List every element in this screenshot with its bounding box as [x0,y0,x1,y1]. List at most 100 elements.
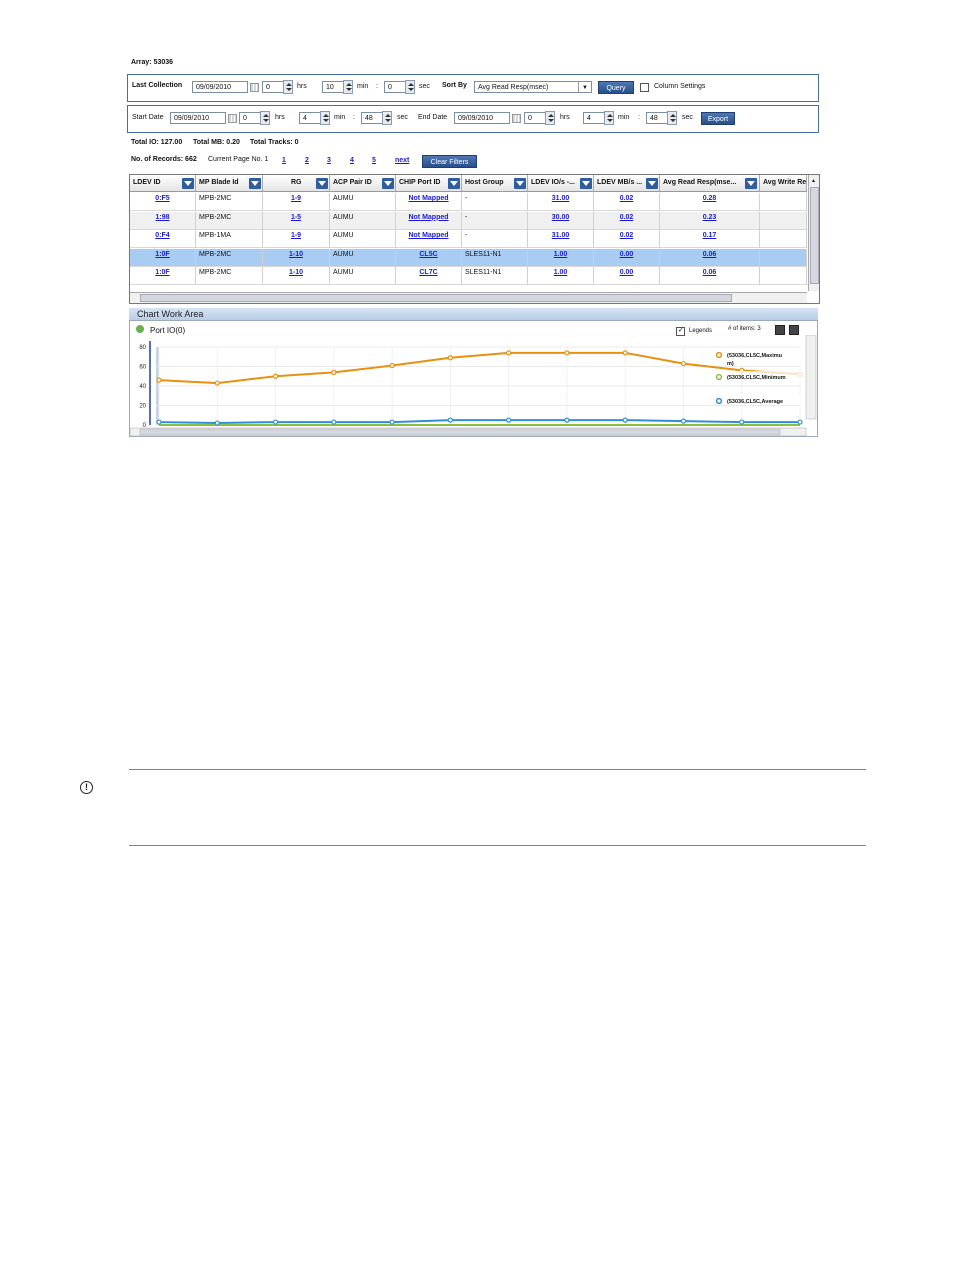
cell-resp[interactable]: 0.06 [660,248,760,267]
resp-value[interactable]: 0.06 [703,269,717,276]
calendar-icon[interactable] [228,114,237,123]
port-value[interactable]: Not Mapped [408,195,448,202]
col-mp-blade[interactable]: MP Blade Id [196,175,263,192]
ldev-value[interactable]: 1:98 [155,214,169,221]
col-acp-pair[interactable]: ACP Pair ID [330,175,396,192]
filter-dropdown-icon[interactable] [382,178,394,189]
io-value[interactable]: 30.00 [552,214,570,221]
cell-io[interactable]: 1.00 [528,248,594,267]
min-input[interactable]: 10 [322,81,344,93]
maximize-icon[interactable] [789,325,799,335]
cell-mb[interactable]: 0.00 [594,248,660,267]
filter-dropdown-icon[interactable] [249,178,261,189]
cell-rg[interactable]: 1-5 [263,211,330,230]
col-ldev-id[interactable]: LDEV ID [130,175,196,192]
col-host-group[interactable]: Host Group [462,175,528,192]
sort-by-select[interactable]: Avg Read Resp(msec) ▼ [474,81,592,93]
resp-value[interactable]: 0.23 [703,214,717,221]
filter-dropdown-icon[interactable] [316,178,328,189]
port-value[interactable]: Not Mapped [408,214,448,221]
scroll-thumb[interactable] [140,294,732,302]
cell-rg[interactable]: 1-9 [263,193,330,211]
end-date-input[interactable]: 09/09/2010 [454,112,510,124]
rg-value[interactable]: 1-10 [289,269,303,276]
sec-stepper[interactable] [405,80,415,94]
cell-resp[interactable]: 0.17 [660,230,760,248]
filter-dropdown-icon[interactable] [580,178,592,189]
ldev-value[interactable]: 0:F4 [155,232,169,239]
clear-filters-button[interactable]: Clear Filters [422,155,477,168]
col-ldev-mb[interactable]: LDEV MB/s ... [594,175,660,192]
filter-dropdown-icon[interactable] [646,178,658,189]
hrs-stepper[interactable] [283,80,293,94]
cell-io[interactable]: 31.00 [528,230,594,248]
start-date-input[interactable]: 09/09/2010 [170,112,226,124]
io-value[interactable]: 31.00 [552,232,570,239]
mb-value[interactable]: 0.00 [620,269,634,276]
table-row[interactable]: 1:98 MPB-2MC 1-5 AUMU Not Mapped - 30.00 0.02 0.… [130,211,807,230]
cell-port[interactable]: Not Mapped [396,193,462,211]
hrs-input[interactable]: 0 [262,81,284,93]
end-sec-input[interactable]: 48 [646,112,668,124]
cell-port[interactable]: Not Mapped [396,211,462,230]
minimize-icon[interactable] [775,325,785,335]
scroll-up-icon[interactable]: ▲ [811,178,816,184]
end-sec-stepper[interactable] [667,111,677,125]
resp-value[interactable]: 0.06 [703,251,717,258]
io-value[interactable]: 31.00 [552,195,570,202]
cell-rg[interactable]: 1-9 [263,230,330,248]
col-avg-write[interactable]: Avg Write Re [760,175,807,192]
filter-dropdown-icon[interactable] [514,178,526,189]
ldev-value[interactable]: 0:F5 [155,195,169,202]
col-rg[interactable]: RG [263,175,330,192]
page-link-4[interactable]: 4 [350,157,354,164]
io-value[interactable]: 1.00 [554,251,568,258]
cell-mb[interactable]: 0.02 [594,211,660,230]
end-hrs-input[interactable]: 0 [524,112,546,124]
cell-resp[interactable]: 0.06 [660,267,760,285]
col-ldev-io[interactable]: LDEV IO/s -... [528,175,594,192]
cell-ldev[interactable]: 1:0F [130,267,196,285]
rg-value[interactable]: 1-5 [291,214,301,221]
ldev-value[interactable]: 1:0F [155,269,169,276]
end-min-input[interactable]: 4 [583,112,605,124]
mb-value[interactable]: 0.02 [620,232,634,239]
end-min-stepper[interactable] [604,111,614,125]
table-row[interactable]: 0:F5 MPB-2MC 1-9 AUMU Not Mapped - 31.00 0.02 0.… [130,193,807,211]
cell-io[interactable]: 30.00 [528,211,594,230]
cell-port[interactable]: CL7C [396,267,462,285]
mb-value[interactable]: 0.00 [620,251,634,258]
cell-ldev[interactable]: 0:F4 [130,230,196,248]
port-value[interactable]: CL7C [419,269,437,276]
col-avg-read[interactable]: Avg Read Resp(mse... [660,175,760,192]
cell-io[interactable]: 31.00 [528,193,594,211]
table-row[interactable]: 1:0F MPB-2MC 1-10 AUMU CL7C SLES11-N1 1.00 0.00… [130,267,807,285]
filter-dropdown-icon[interactable] [182,178,194,189]
mb-value[interactable]: 0.02 [620,195,634,202]
start-sec-stepper[interactable] [382,111,392,125]
ldev-value[interactable]: 1:0F [155,251,169,258]
chevron-down-icon[interactable]: ▼ [578,82,591,92]
rg-value[interactable]: 1-10 [289,251,303,258]
page-link-1[interactable]: 1 [282,157,286,164]
cell-mb[interactable]: 0.00 [594,267,660,285]
start-hrs-input[interactable]: 0 [239,112,261,124]
col-chip-port[interactable]: CHIP Port ID [396,175,462,192]
filter-dropdown-icon[interactable] [745,178,757,189]
page-link-5[interactable]: 5 [372,157,376,164]
cell-rg[interactable]: 1-10 [263,267,330,285]
calendar-icon[interactable] [250,83,259,92]
page-link-2[interactable]: 2 [305,157,309,164]
mb-value[interactable]: 0.02 [620,214,634,221]
vertical-scrollbar[interactable]: ▲ [808,175,819,291]
rg-value[interactable]: 1-9 [291,195,301,202]
cell-ldev[interactable]: 0:F5 [130,193,196,211]
page-link-3[interactable]: 3 [327,157,331,164]
rg-value[interactable]: 1-9 [291,232,301,239]
io-value[interactable]: 1.00 [554,269,568,276]
start-min-input[interactable]: 4 [299,112,321,124]
cell-mb[interactable]: 0.02 [594,193,660,211]
cell-port[interactable]: Not Mapped [396,230,462,248]
cell-resp[interactable]: 0.28 [660,193,760,211]
start-min-stepper[interactable] [320,111,330,125]
